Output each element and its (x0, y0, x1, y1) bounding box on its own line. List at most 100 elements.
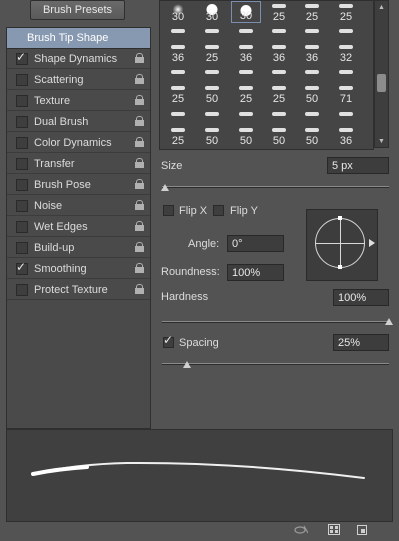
hardness-slider-handle[interactable] (385, 318, 393, 325)
brush-tip-cell[interactable]: 25 (297, 1, 327, 23)
brush-tip-cell[interactable] (264, 21, 294, 43)
scroll-down-arrow-icon[interactable]: ▼ (378, 138, 385, 145)
brush-tip-cell[interactable] (331, 104, 361, 126)
option-shape-dynamics[interactable]: ✓ Shape Dynamics (7, 49, 150, 69)
brush-tip-cell[interactable]: 25 (163, 83, 193, 105)
brush-tip-cell[interactable]: 50 (197, 125, 227, 147)
option-transfer[interactable]: Transfer (7, 154, 150, 174)
spacing-slider-track[interactable] (162, 363, 389, 365)
brush-tip-cell[interactable] (231, 62, 261, 84)
lock-icon[interactable] (135, 284, 144, 294)
option-wet-edges[interactable]: Wet Edges (7, 217, 150, 237)
visibility-toggle-icon[interactable] (294, 524, 309, 535)
protect-texture-checkbox[interactable] (16, 284, 28, 296)
texture-checkbox[interactable] (16, 95, 28, 107)
build-up-checkbox[interactable] (16, 242, 28, 254)
option-brush-tip-shape[interactable]: Brush Tip Shape (7, 28, 150, 49)
option-dual-brush[interactable]: Dual Brush (7, 112, 150, 132)
lock-icon[interactable] (135, 221, 144, 231)
lock-icon[interactable] (135, 263, 144, 273)
option-smoothing[interactable]: ✓ Smoothing (7, 259, 150, 279)
brush-tip-cell[interactable]: 36 (231, 42, 261, 64)
brush-tip-cell[interactable]: 50 (264, 125, 294, 147)
brush-tip-cell[interactable]: 36 (297, 42, 327, 64)
flip-y-checkbox[interactable] (213, 205, 224, 216)
option-texture[interactable]: Texture (7, 91, 150, 111)
brush-tip-cell[interactable] (197, 104, 227, 126)
size-slider-track[interactable] (162, 186, 389, 188)
color-dynamics-checkbox[interactable] (16, 137, 28, 149)
brush-tip-cell[interactable] (331, 21, 361, 43)
brush-tip-cell[interactable] (297, 62, 327, 84)
lock-icon[interactable] (135, 53, 144, 63)
angle-field[interactable]: 0° (227, 235, 284, 252)
brush-grid-scroll-thumb[interactable] (377, 74, 386, 92)
wet-edges-checkbox[interactable] (16, 221, 28, 233)
brush-tip-cell[interactable]: 36 (331, 125, 361, 147)
brush-tip-cell[interactable] (163, 62, 193, 84)
brush-tip-cell[interactable]: 50 (231, 125, 261, 147)
new-preset-icon[interactable] (356, 524, 368, 535)
option-protect-texture[interactable]: Protect Texture (7, 280, 150, 300)
lock-icon[interactable] (135, 116, 144, 126)
brush-tip-cell[interactable]: 32 (331, 42, 361, 64)
dual-brush-checkbox[interactable] (16, 116, 28, 128)
lock-icon[interactable] (135, 74, 144, 84)
brush-tip-cell[interactable]: 50 (297, 83, 327, 105)
brush-tip-cell[interactable] (231, 21, 261, 43)
lock-icon[interactable] (135, 242, 144, 252)
grid-panel-icon[interactable] (328, 524, 340, 535)
brush-tip-cell[interactable]: 30 (197, 1, 227, 23)
lock-icon[interactable] (135, 137, 144, 147)
brush-tip-cell[interactable] (163, 104, 193, 126)
option-noise[interactable]: Noise (7, 196, 150, 216)
brush-tip-cell[interactable]: 25 (264, 83, 294, 105)
noise-checkbox[interactable] (16, 200, 28, 212)
brush-tip-cell[interactable]: 71 (331, 83, 361, 105)
brush-tip-cell[interactable]: 30 (163, 1, 193, 23)
brush-tip-cell[interactable]: 25 (231, 83, 261, 105)
brush-tip-cell[interactable] (297, 21, 327, 43)
option-build-up[interactable]: Build-up (7, 238, 150, 258)
shape-dynamics-checkbox[interactable]: ✓ (16, 50, 28, 65)
brush-tip-cell[interactable]: 50 (197, 83, 227, 105)
lock-icon[interactable] (135, 95, 144, 105)
lock-icon[interactable] (135, 158, 144, 168)
option-scattering[interactable]: Scattering (7, 70, 150, 90)
roundness-handle-bottom[interactable] (338, 265, 342, 269)
spacing-field[interactable]: 25% (333, 334, 389, 351)
brush-tip-grid[interactable]: 30 30 30 25 25 25 36 25 36 36 36 32 25 50 25 25 50 71 25 50… (159, 0, 374, 150)
brush-tip-cell[interactable]: 25 (331, 1, 361, 23)
transfer-checkbox[interactable] (16, 158, 28, 170)
brush-tip-cell[interactable]: 36 (163, 42, 193, 64)
scroll-up-arrow-icon[interactable]: ▲ (378, 4, 385, 11)
brush-presets-button[interactable]: Brush Presets (30, 0, 125, 20)
roundness-field[interactable]: 100% (227, 264, 284, 281)
roundness-handle-top[interactable] (338, 216, 342, 220)
brush-tip-cell[interactable] (297, 104, 327, 126)
brush-tip-cell[interactable]: 25 (264, 1, 294, 23)
scattering-checkbox[interactable] (16, 74, 28, 86)
brush-tip-cell[interactable]: 50 (297, 125, 327, 147)
size-field[interactable]: 5 px (327, 157, 389, 174)
option-brush-pose[interactable]: Brush Pose (7, 175, 150, 195)
brush-tip-cell[interactable]: 25 (197, 42, 227, 64)
brush-pose-checkbox[interactable] (16, 179, 28, 191)
brush-tip-cell[interactable]: 25 (163, 125, 193, 147)
brush-tip-cell[interactable]: 36 (264, 42, 294, 64)
spacing-slider-handle[interactable] (183, 361, 191, 368)
brush-tip-cell[interactable] (197, 62, 227, 84)
flip-x-checkbox[interactable] (163, 205, 174, 216)
size-slider-handle[interactable] (161, 184, 169, 191)
brush-tip-cell[interactable] (163, 21, 193, 43)
brush-tip-cell[interactable] (264, 62, 294, 84)
hardness-field[interactable]: 100% (333, 289, 389, 306)
smoothing-checkbox[interactable]: ✓ (16, 260, 28, 275)
brush-tip-cell[interactable] (197, 21, 227, 43)
option-color-dynamics[interactable]: Color Dynamics (7, 133, 150, 153)
brush-tip-cell[interactable] (264, 104, 294, 126)
brush-tip-cell[interactable]: 30 (231, 1, 261, 23)
brush-tip-cell[interactable] (231, 104, 261, 126)
lock-icon[interactable] (135, 179, 144, 189)
hardness-slider-track[interactable] (162, 321, 389, 323)
